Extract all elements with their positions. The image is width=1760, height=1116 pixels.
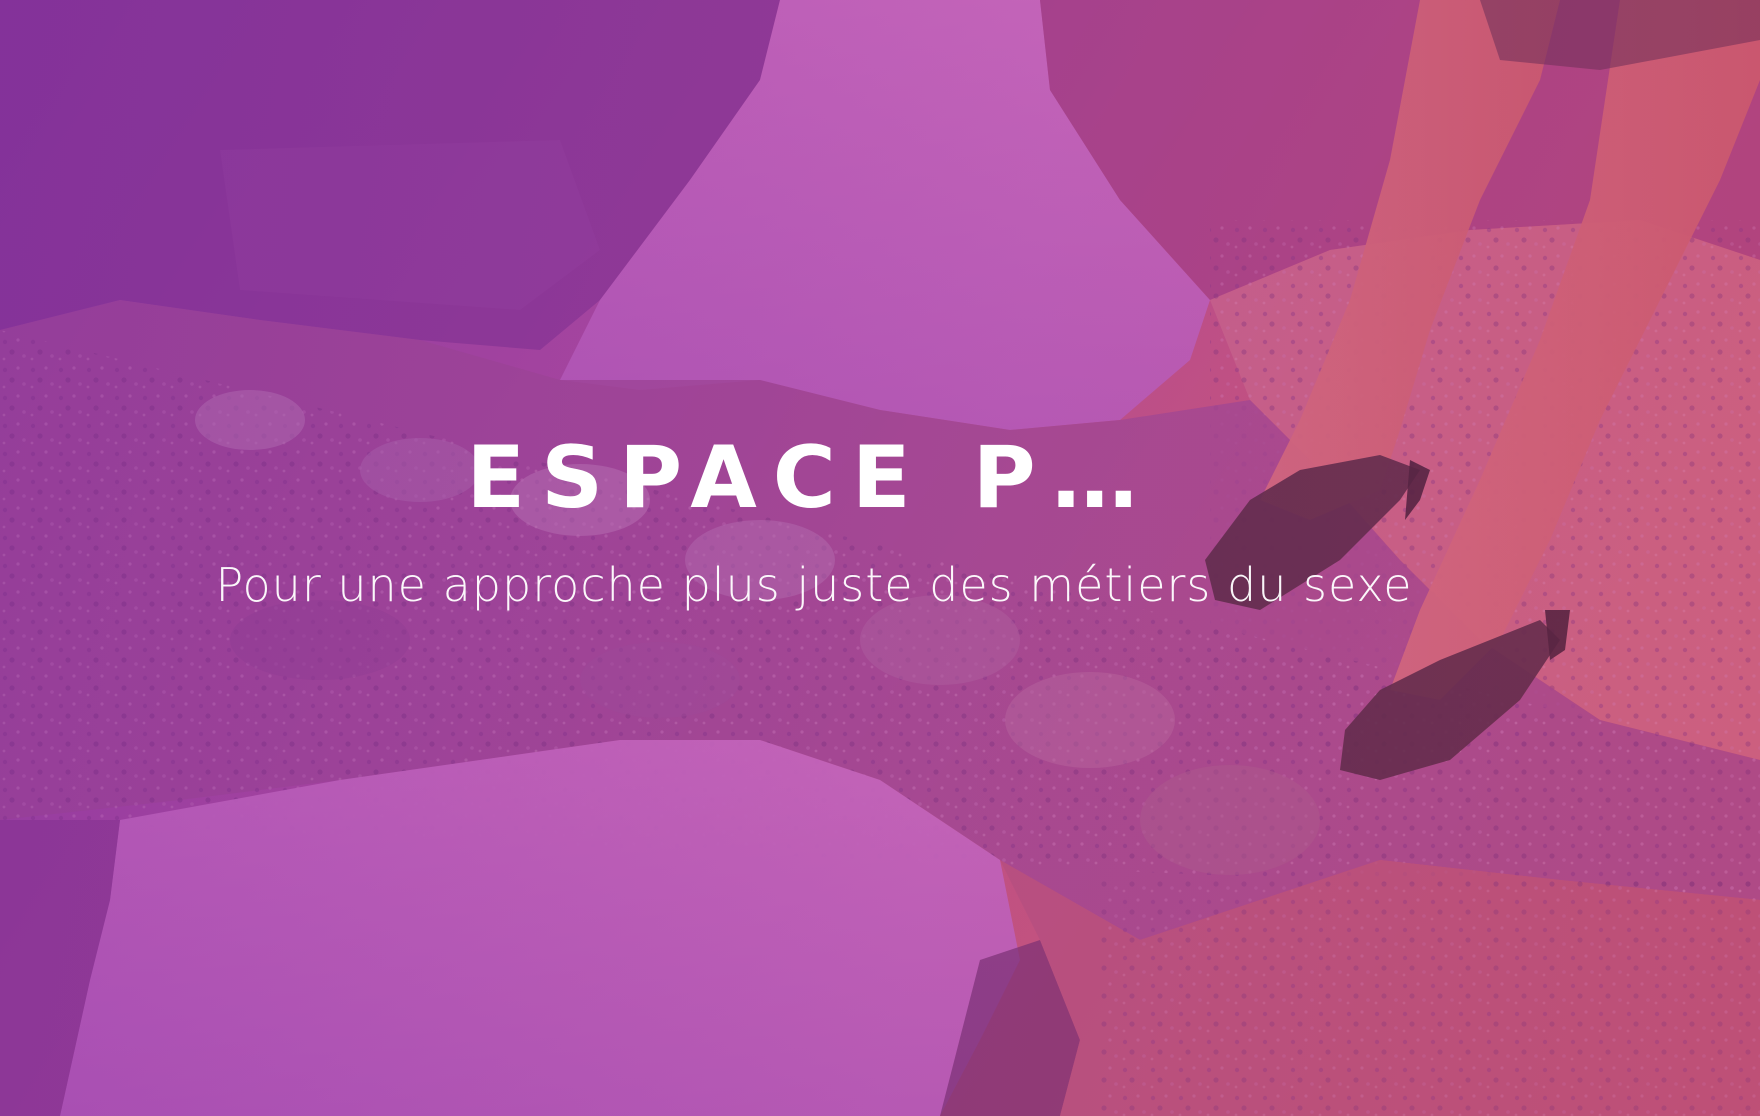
hero-title: ESPACE P… xyxy=(466,428,1154,528)
hero-subtitle: Pour une approche plus juste des métiers… xyxy=(215,558,1413,612)
hero-banner: ESPACE P… Pour une approche plus juste d… xyxy=(0,0,1760,1116)
